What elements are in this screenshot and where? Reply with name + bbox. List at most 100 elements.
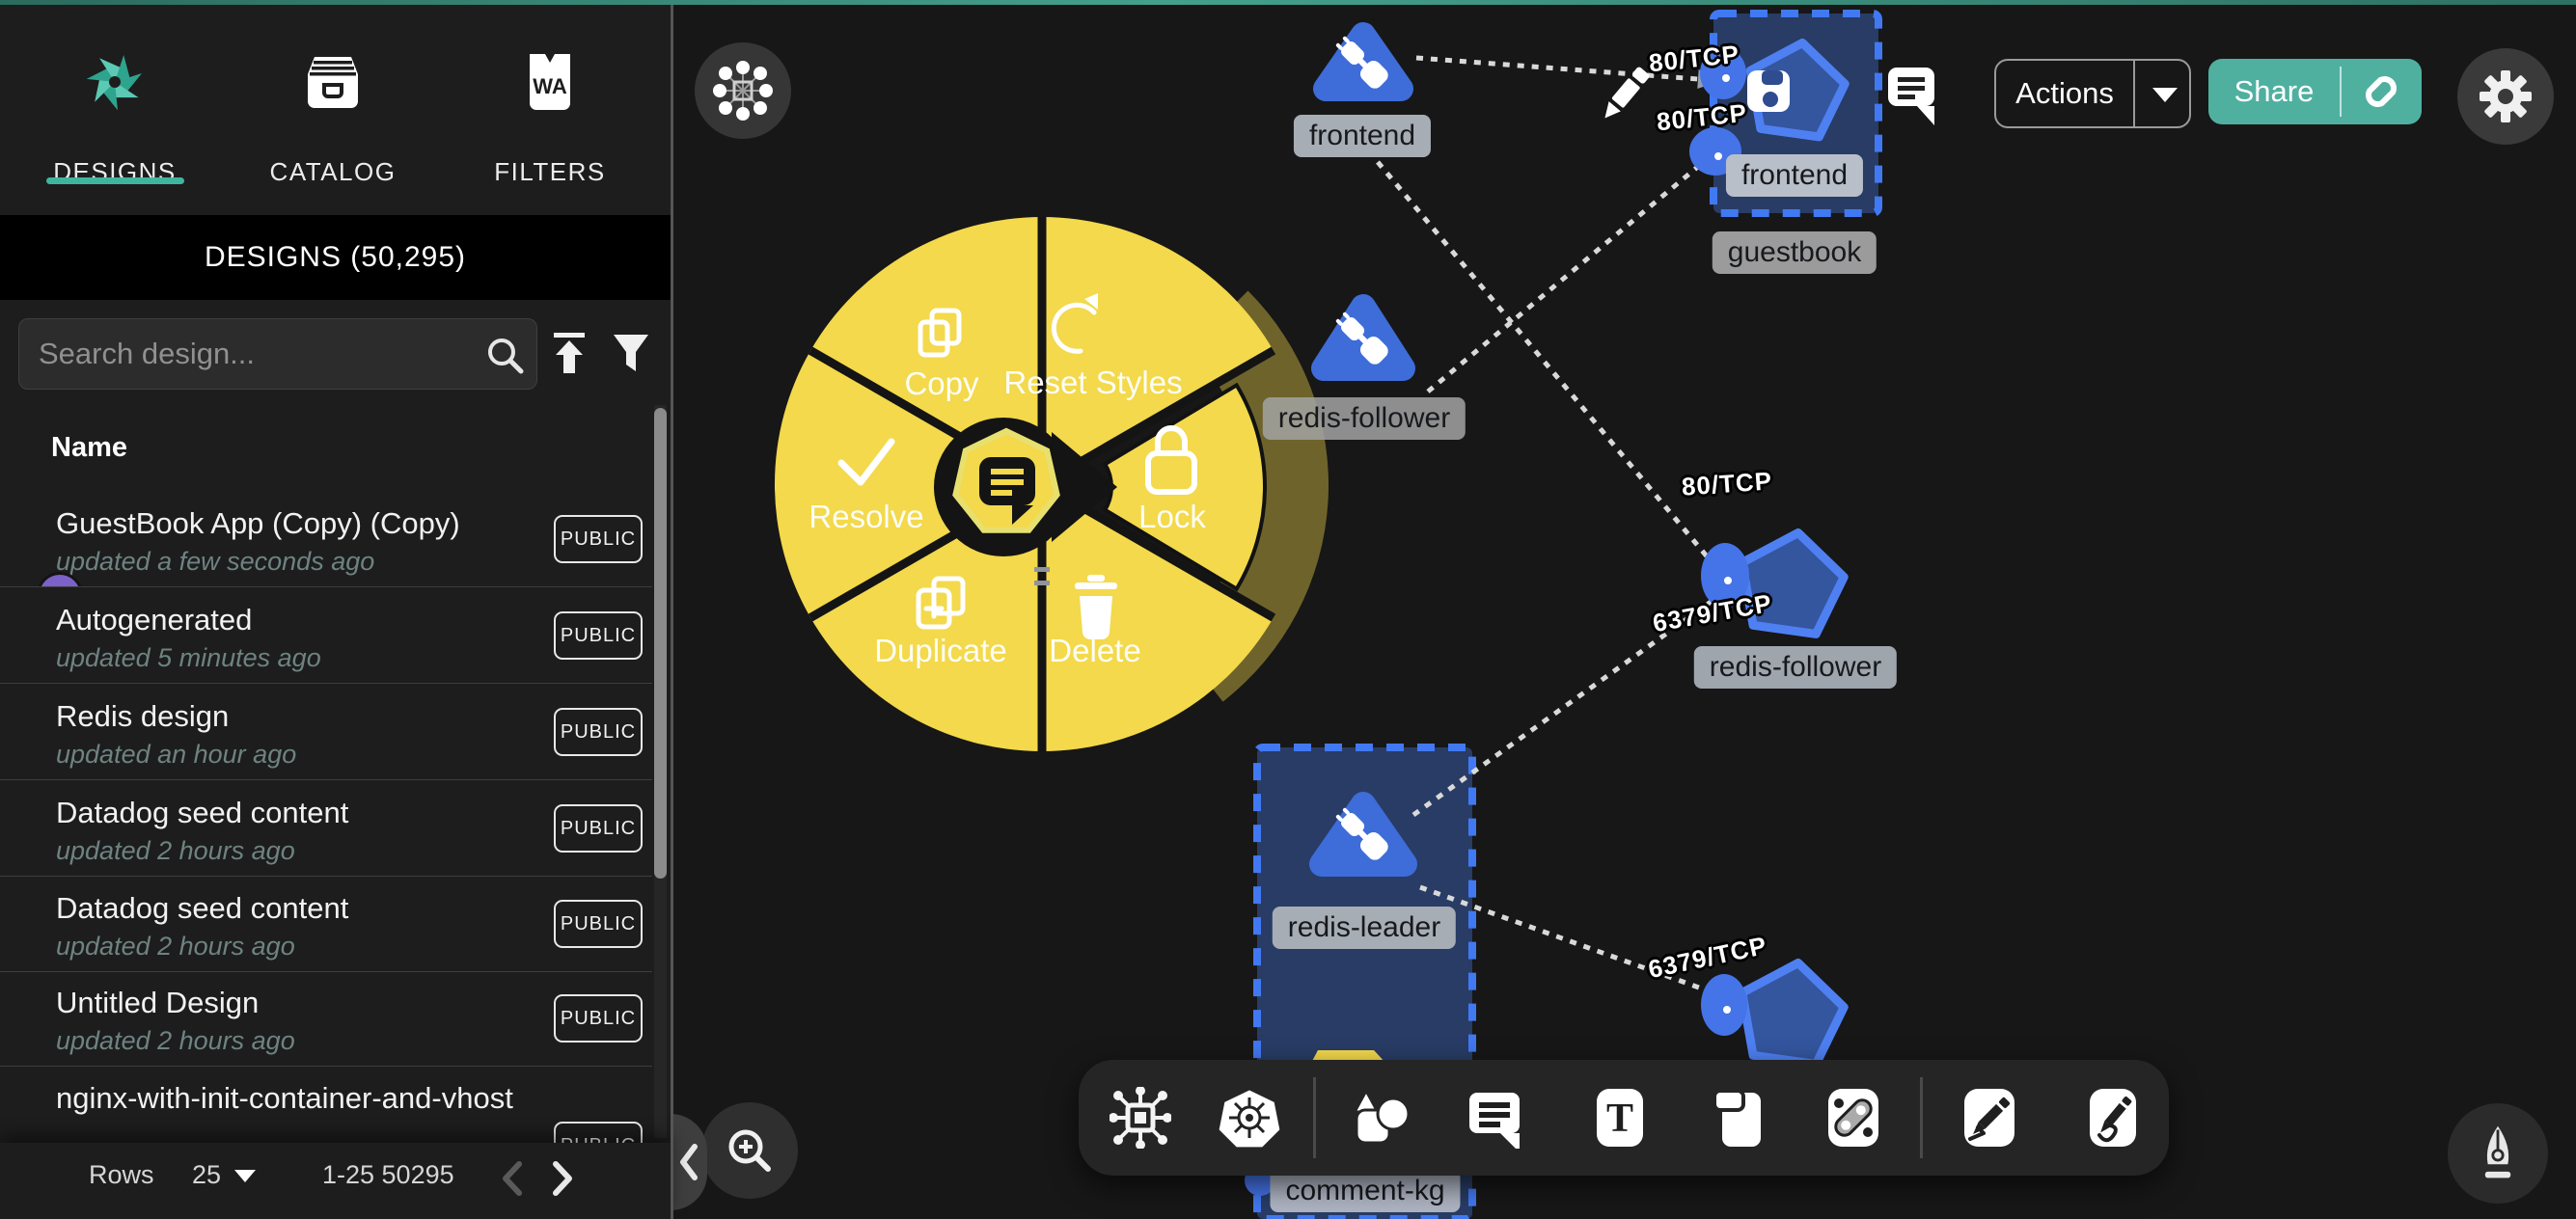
share-divider [2340, 67, 2342, 117]
node-label-guestbook[interactable]: guestbook [1713, 231, 1877, 274]
text-icon[interactable]: T [1589, 1087, 1651, 1149]
design-updated: updated a few seconds ago [56, 547, 374, 577]
catalog-archive-icon [298, 47, 368, 117]
wasm-filter-icon: WA [515, 47, 585, 117]
node-label-redis-follower-service[interactable]: redis-follower [1694, 646, 1897, 689]
menu-label-duplicate[interactable]: Duplicate [874, 633, 1007, 669]
rows-per-page-select[interactable]: 25 [192, 1160, 221, 1190]
search-box[interactable] [18, 318, 537, 390]
chevron-left-icon [675, 1141, 702, 1183]
tab-filters-label: FILTERS [444, 157, 656, 187]
node-frontend-deployment[interactable] [1326, 32, 1401, 92]
prev-page-icon[interactable] [494, 1154, 533, 1203]
visibility-badge: PUBLIC [554, 804, 643, 853]
list-item-design[interactable]: Redis design updated an hour ago PUBLIC [0, 684, 652, 780]
design-name: Datadog seed content [56, 891, 348, 926]
design-name: Redis design [56, 699, 229, 734]
design-name: Untitled Design [56, 986, 259, 1020]
visibility-badge: PUBLIC [554, 515, 643, 563]
edge-frontend-redisfollower[interactable] [1378, 162, 1717, 569]
design-updated: updated 5 minutes ago [56, 643, 321, 673]
pen-nib-icon [2469, 1123, 2527, 1184]
brand-top-border [0, 0, 2576, 5]
share-button-label[interactable]: Share [2208, 59, 2340, 124]
actions-button[interactable]: Actions [1994, 59, 2191, 128]
menu-label-lock[interactable]: Lock [1138, 499, 1206, 535]
toolbar-separator [1313, 1077, 1316, 1158]
design-name: GuestBook App (Copy) (Copy) [56, 506, 460, 541]
design-name: nginx-with-init-container-and-vhost [56, 1081, 513, 1116]
rows-per-page-caret-icon[interactable] [234, 1170, 256, 1182]
node-label-frontend-service[interactable]: frontend [1726, 154, 1863, 197]
share-button[interactable]: Share [2208, 59, 2422, 124]
design-name: Datadog seed content [56, 796, 348, 830]
edge-label-80tcp: 80/TCP [1681, 466, 1773, 501]
list-item-design[interactable]: Datadog seed content updated 2 hours ago… [0, 876, 652, 972]
scrollbar-thumb[interactable] [654, 408, 667, 879]
search-icon [484, 335, 527, 377]
visualize-cluster-button[interactable] [695, 42, 791, 139]
node-redis-leader-service[interactable] [1742, 963, 1845, 1065]
canvas-toolbar: T [1079, 1060, 2169, 1176]
publish-icon[interactable] [550, 331, 589, 377]
pagination-bar: Rows 25 1-25 50295 [0, 1143, 671, 1219]
actions-caret-icon[interactable] [2152, 88, 2178, 102]
list-item-design[interactable]: Untitled Design updated 2 hours ago PUBL… [0, 970, 652, 1067]
tab-catalog[interactable]: CATALOG [227, 34, 439, 207]
menu-label-delete[interactable]: Delete [1049, 633, 1140, 669]
copy-link-icon[interactable] [2349, 68, 2413, 115]
actions-button-label[interactable]: Actions [1996, 61, 2133, 126]
link-icon[interactable] [1822, 1087, 1884, 1149]
sketch-icon[interactable] [2082, 1087, 2144, 1149]
visibility-badge: PUBLIC [554, 900, 643, 948]
list-item-design[interactable]: nginx-with-init-container-and-vhost PUBL… [0, 1066, 652, 1152]
save-icon [1747, 70, 1790, 112]
node-label-frontend[interactable]: frontend [1294, 115, 1431, 157]
toolbar-separator [1920, 1077, 1923, 1158]
panel-title: DESIGNS (50,295) [0, 215, 671, 300]
design-updated: updated 2 hours ago [56, 1026, 295, 1056]
node-label-comment-kg[interactable]: comment-kg [1270, 1170, 1460, 1212]
comment-icon[interactable] [1464, 1087, 1525, 1149]
design-updated: updated an hour ago [56, 740, 296, 770]
rows-label: Rows [89, 1160, 154, 1190]
zoom-in-icon [723, 1124, 777, 1178]
design-pen-button[interactable] [2448, 1103, 2548, 1204]
node-redis-follower-deployment[interactable] [1324, 307, 1403, 368]
menu-label-reset-styles[interactable]: Reset Styles [1003, 365, 1182, 401]
active-tab-underline [46, 177, 184, 184]
svg-text:WA: WA [533, 74, 567, 98]
svg-text:T: T [1606, 1097, 1633, 1141]
column-header-name: Name [51, 432, 127, 464]
filter-funnel-icon[interactable] [612, 333, 650, 377]
design-updated: updated 2 hours ago [56, 932, 295, 962]
meshery-logo-icon [80, 47, 150, 117]
shapes-icon[interactable] [1349, 1087, 1411, 1149]
visibility-badge: PUBLIC [554, 994, 643, 1043]
next-page-icon[interactable] [542, 1154, 581, 1203]
sidebar-divider [671, 0, 673, 1219]
search-input[interactable] [37, 319, 465, 389]
kubernetes-icon[interactable] [1219, 1087, 1280, 1149]
list-item-design[interactable]: Autogenerated updated 5 minutes ago PUBL… [0, 587, 652, 684]
schematic-icon[interactable] [1110, 1087, 1171, 1149]
tab-filters[interactable]: WA FILTERS [444, 34, 656, 207]
list-item-design[interactable]: Datadog seed content updated 2 hours ago… [0, 780, 652, 877]
gear-icon [2477, 68, 2535, 125]
menu-label-resolve[interactable]: Resolve [808, 499, 923, 535]
actions-divider [2133, 61, 2135, 126]
pen-arrow-icon[interactable] [1959, 1087, 2020, 1149]
settings-button[interactable] [2457, 48, 2554, 145]
kanvas-app: DESIGNS CATALOG WA FILTERS DESIGNS (50,2… [0, 0, 2576, 1219]
node-label-redis-follower[interactable]: redis-follower [1263, 397, 1466, 440]
node-label-redis-leader[interactable]: redis-leader [1273, 907, 1456, 949]
visibility-badge: PUBLIC [554, 708, 643, 756]
zoom-in-button[interactable] [701, 1102, 798, 1199]
menu-label-copy[interactable]: Copy [904, 366, 978, 402]
note-icon[interactable] [1709, 1087, 1770, 1149]
sidebar-scrollbar[interactable] [654, 405, 667, 1138]
design-name: Autogenerated [56, 603, 252, 637]
annotation-comment-icon[interactable] [1888, 68, 1934, 125]
list-item-design[interactable]: GuestBook App (Copy) (Copy) updated a fe… [0, 491, 652, 587]
pagination-range: 1-25 50295 [322, 1160, 454, 1190]
